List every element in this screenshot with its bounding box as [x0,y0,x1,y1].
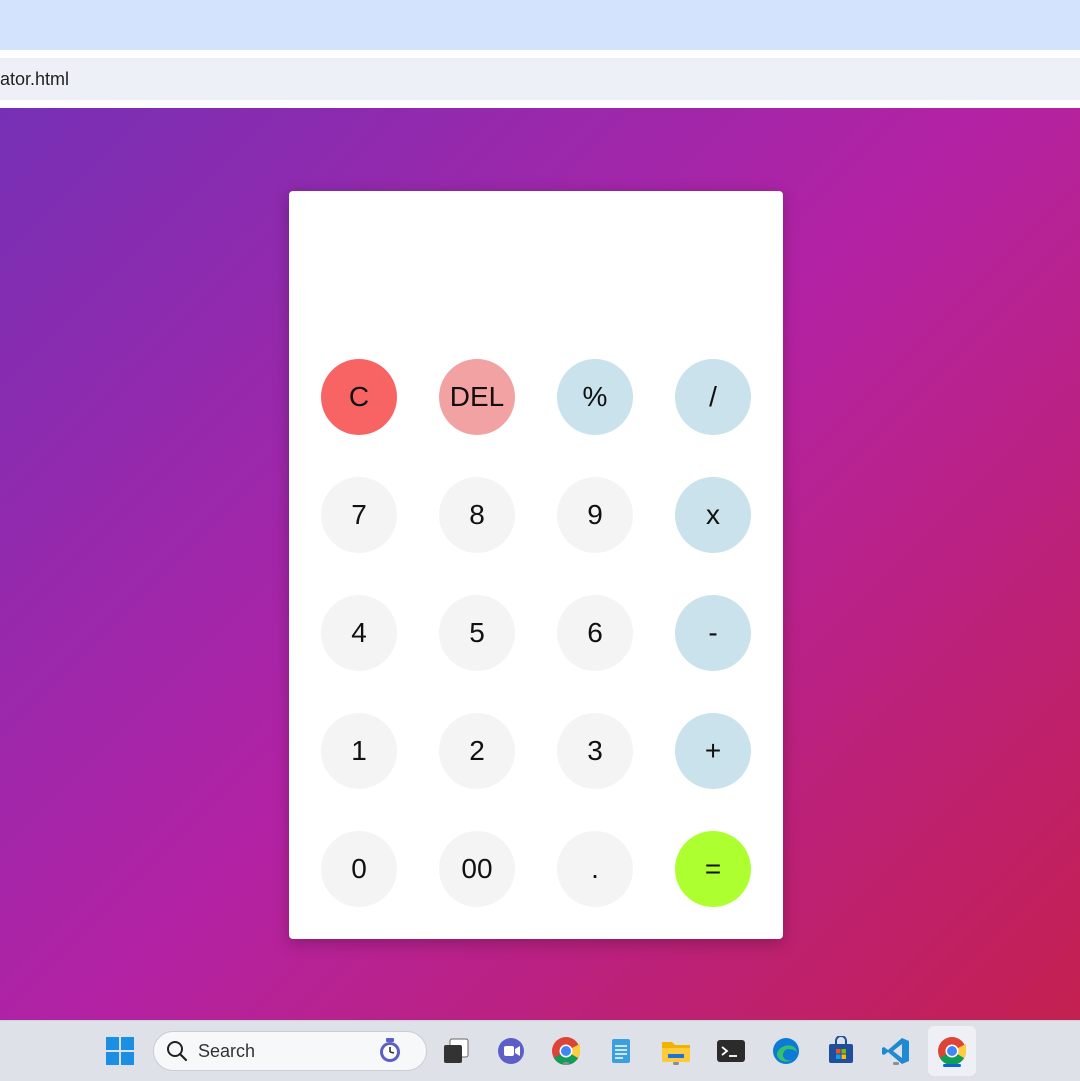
search-highlight-icon [376,1037,404,1065]
running-indicator [563,1062,569,1065]
digit-5-button[interactable]: 5 [439,595,515,671]
search-icon [166,1040,188,1062]
edge-icon[interactable] [766,1031,806,1071]
digit-6-button[interactable]: 6 [557,595,633,671]
browser-tab-strip [0,0,1080,50]
digit-9-button[interactable]: 9 [557,477,633,553]
taskbar: Search [0,1020,1080,1081]
running-indicator [673,1062,679,1065]
subtract-button[interactable]: - [675,595,751,671]
percent-button[interactable]: % [557,359,633,435]
digit-0-button[interactable]: 0 [321,831,397,907]
equals-button[interactable]: = [675,831,751,907]
windows-start-icon[interactable] [100,1031,140,1071]
task-view-icon[interactable] [436,1031,476,1071]
calculator-display [309,201,763,341]
address-bar[interactable]: ator.html [0,58,1080,100]
taskbar-search-box[interactable]: Search [153,1031,427,1071]
add-button[interactable]: + [675,713,751,789]
divide-button[interactable]: / [675,359,751,435]
calculator-panel: C DEL % / 7 8 9 x 4 5 6 - 1 2 3 + 0 00 .… [289,191,783,939]
digit-3-button[interactable]: 3 [557,713,633,789]
decimal-point-button[interactable]: . [557,831,633,907]
meet-icon[interactable] [491,1031,531,1071]
digit-4-button[interactable]: 4 [321,595,397,671]
chrome-icon[interactable] [546,1031,586,1071]
delete-button[interactable]: DEL [439,359,515,435]
vscode-icon[interactable] [876,1031,916,1071]
running-indicator [893,1062,899,1065]
terminal-icon[interactable] [711,1031,751,1071]
notepad-icon[interactable] [601,1031,641,1071]
clear-button[interactable]: C [321,359,397,435]
digit-8-button[interactable]: 8 [439,477,515,553]
file-explorer-icon[interactable] [656,1031,696,1071]
store-icon[interactable] [821,1031,861,1071]
digit-1-button[interactable]: 1 [321,713,397,789]
digit-7-button[interactable]: 7 [321,477,397,553]
chrome-active-icon[interactable] [932,1031,972,1071]
search-placeholder: Search [198,1040,256,1061]
digit-2-button[interactable]: 2 [439,713,515,789]
active-indicator [943,1064,961,1067]
address-text[interactable]: ator.html [0,69,69,90]
double-zero-button[interactable]: 00 [439,831,515,907]
multiply-button[interactable]: x [675,477,751,553]
page-viewport: C DEL % / 7 8 9 x 4 5 6 - 1 2 3 + 0 00 .… [0,108,1080,1020]
